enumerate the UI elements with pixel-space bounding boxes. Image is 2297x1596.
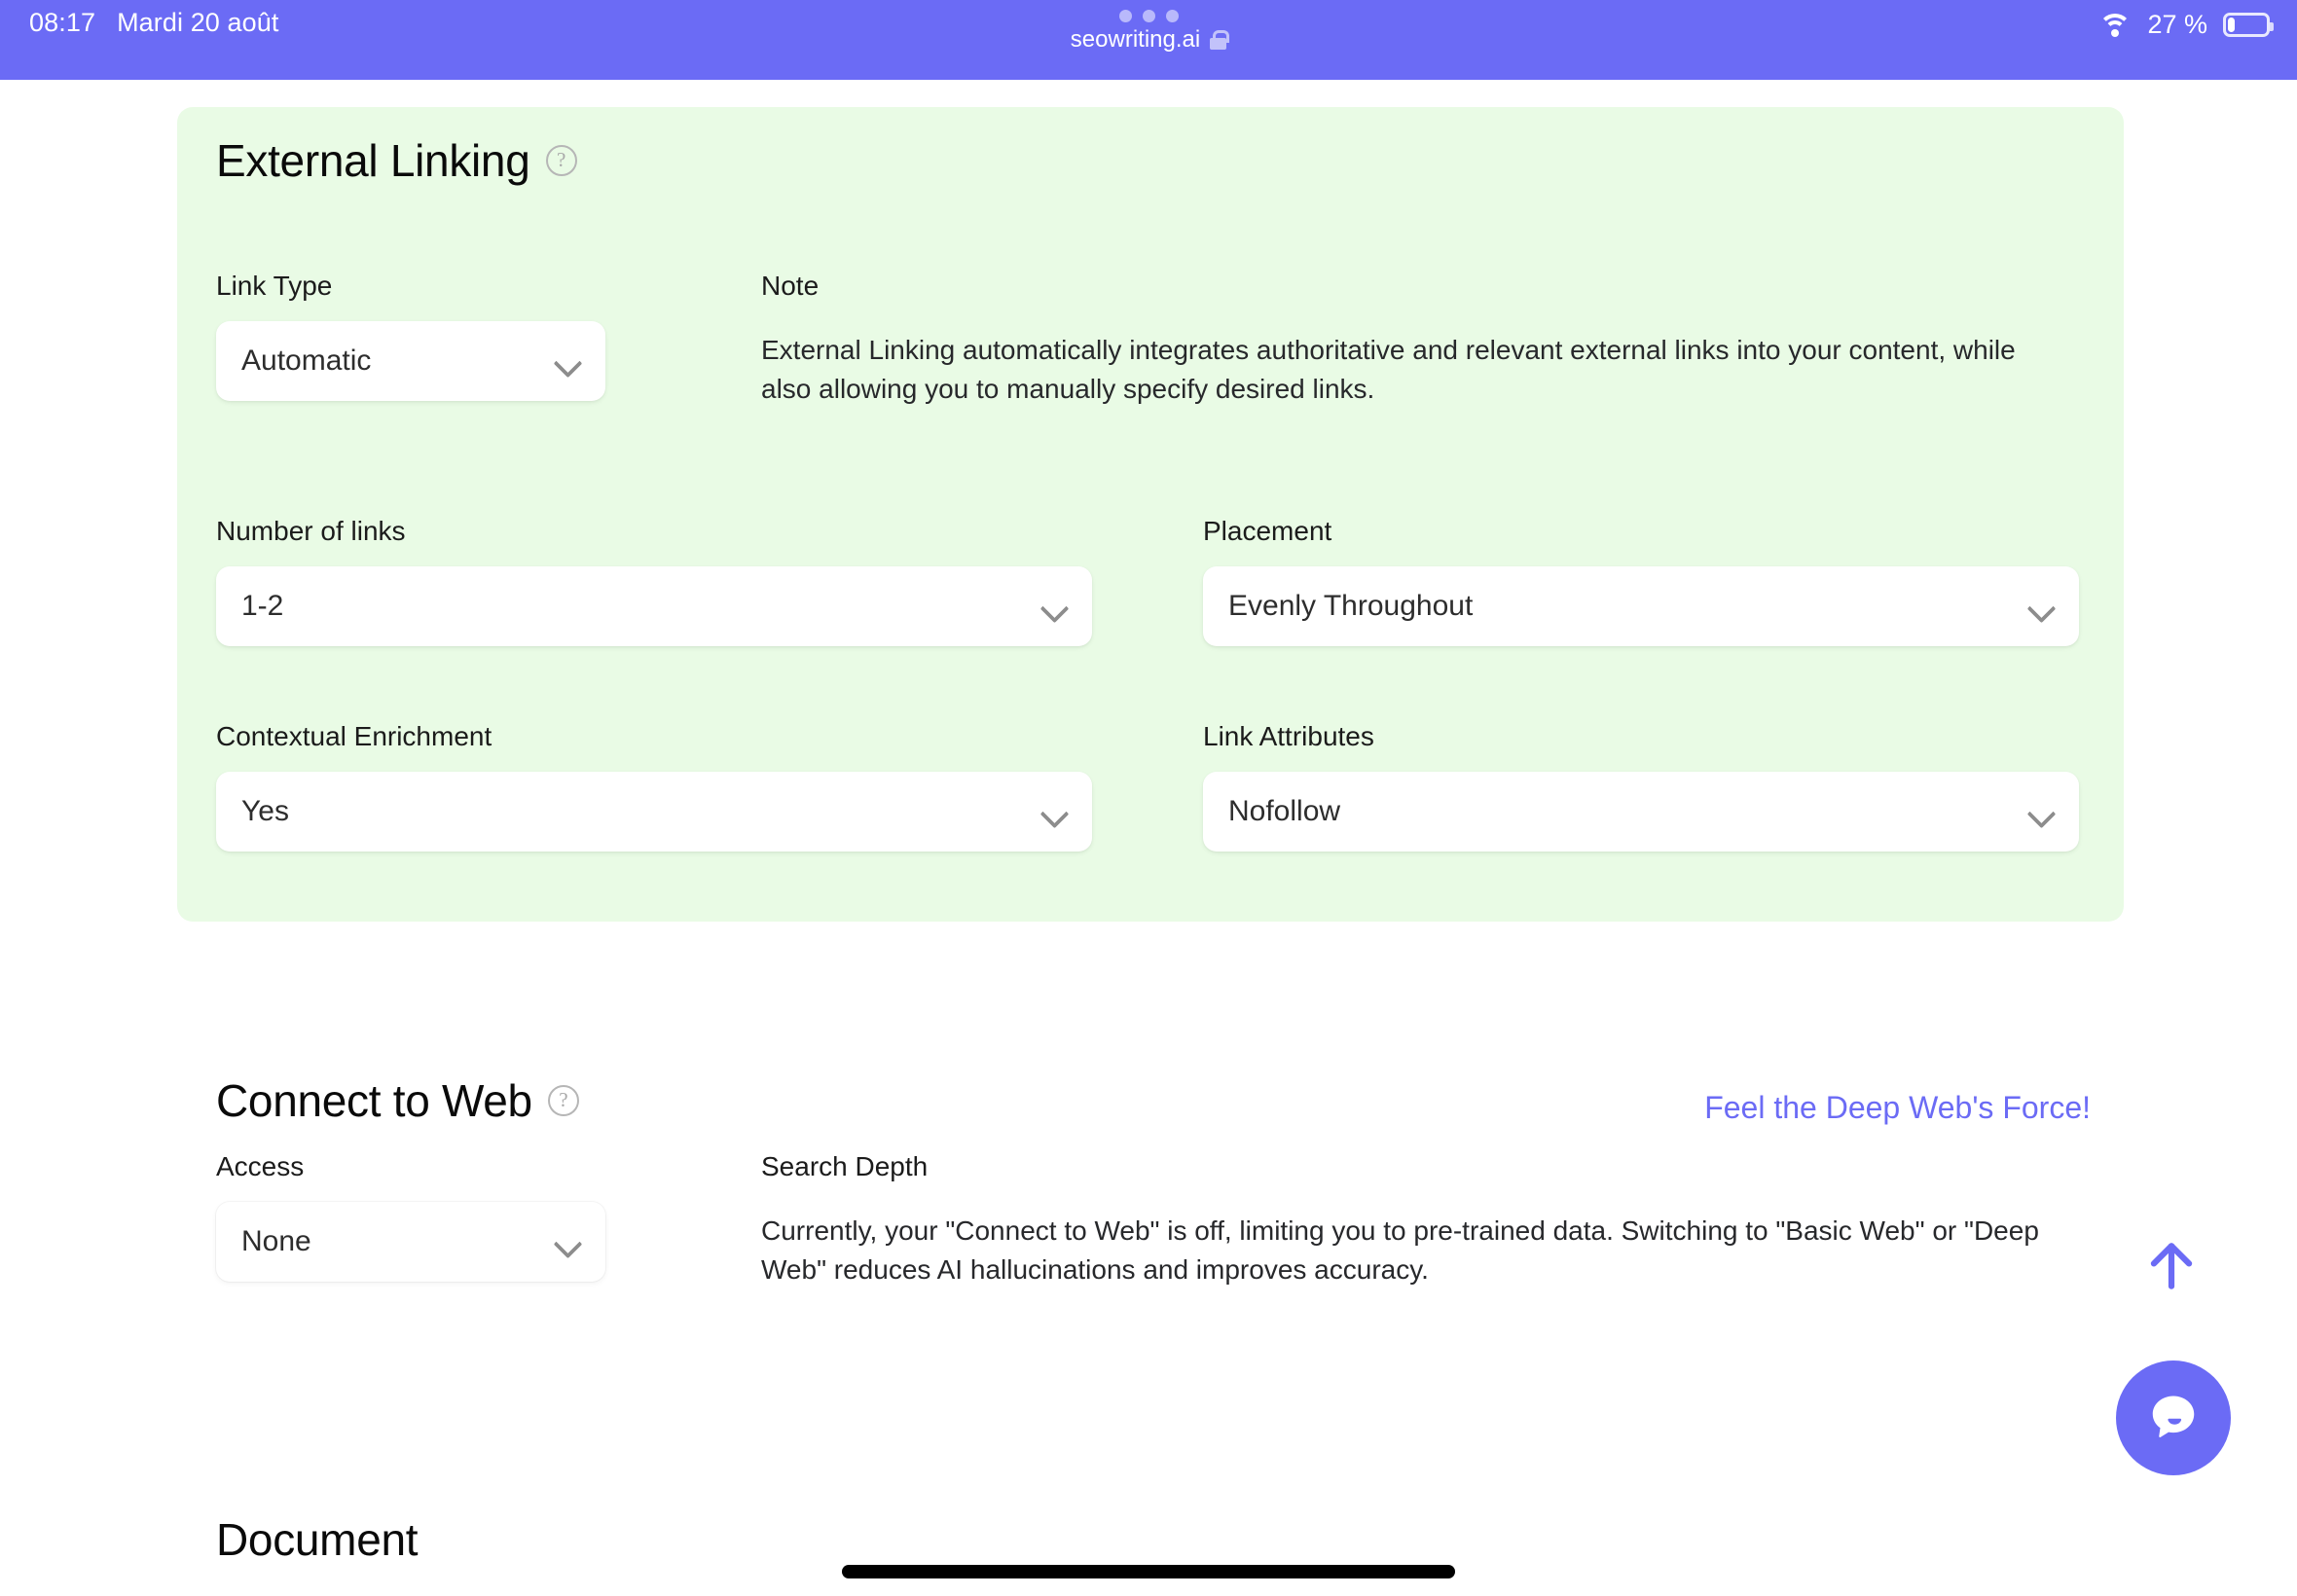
placement-label: Placement xyxy=(1203,516,1332,546)
multitask-dot xyxy=(1165,10,1179,22)
placement-value: Evenly Throughout xyxy=(1228,590,1474,622)
note-body: External Linking automatically integrate… xyxy=(761,335,2016,404)
arrow-up-icon[interactable] xyxy=(2141,1236,2202,1296)
battery-icon xyxy=(2223,13,2274,37)
chevron-down-icon xyxy=(555,1229,580,1254)
domain-label: seowriting.ai xyxy=(1070,26,1201,53)
access-label: Access xyxy=(216,1151,305,1181)
link-attributes-label: Link Attributes xyxy=(1203,721,1374,751)
screen-root: 08:17 Mardi 20 août seowriting.ai 27 % E… xyxy=(0,0,2297,1596)
chat-bubble-icon[interactable] xyxy=(2116,1360,2231,1475)
external-linking-title: External Linking ? xyxy=(216,134,577,187)
access-value: None xyxy=(241,1225,311,1257)
search-depth-body: Currently, your "Connect to Web" is off,… xyxy=(761,1215,2039,1285)
search-depth-label: Search Depth xyxy=(761,1151,929,1181)
link-type-select[interactable]: Automatic xyxy=(216,321,605,401)
chevron-down-icon xyxy=(2028,594,2054,619)
link-type-label: Link Type xyxy=(216,271,333,301)
document-title: Document xyxy=(216,1514,419,1565)
chevron-down-icon xyxy=(1041,594,1067,619)
contextual-enrichment-value: Yes xyxy=(241,795,289,827)
number-of-links-select[interactable]: 1-2 xyxy=(216,566,1092,646)
chevron-down-icon xyxy=(2028,799,2054,824)
placement-select[interactable]: Evenly Throughout xyxy=(1203,566,2079,646)
access-select[interactable]: None xyxy=(216,1202,605,1282)
multitask-dot xyxy=(1118,10,1132,22)
question-mark-icon[interactable]: ? xyxy=(545,145,577,176)
contextual-enrichment-select[interactable]: Yes xyxy=(216,772,1092,852)
chevron-down-icon xyxy=(555,348,580,374)
home-indicator xyxy=(842,1565,1455,1578)
page-content: External Linking ? Link Type Automatic N… xyxy=(0,80,2297,1596)
multitask-dots-icon[interactable] xyxy=(1118,10,1179,22)
connect-to-web-title-text: Connect to Web xyxy=(216,1075,532,1126)
note-label: Note xyxy=(761,271,820,301)
status-bar: 08:17 Mardi 20 août seowriting.ai 27 % xyxy=(0,0,2297,80)
page-title-text: External Linking xyxy=(216,135,530,186)
lock-icon xyxy=(1210,30,1230,50)
number-of-links-value: 1-2 xyxy=(241,590,284,622)
battery-percent-label: 27 % xyxy=(2147,10,2207,39)
address-bar-domain[interactable]: seowriting.ai xyxy=(1070,26,1230,54)
status-bar-right: 27 % xyxy=(2098,10,2274,40)
link-type-value: Automatic xyxy=(241,345,372,377)
number-of-links-label: Number of links xyxy=(216,516,406,546)
deep-web-promo-link[interactable]: Feel the Deep Web's Force! xyxy=(1704,1090,2091,1126)
battery-fill xyxy=(2228,18,2236,32)
chevron-down-icon xyxy=(1041,799,1067,824)
multitask-dot xyxy=(1142,10,1155,22)
contextual-enrichment-label: Contextual Enrichment xyxy=(216,721,492,751)
link-attributes-value: Nofollow xyxy=(1228,795,1341,827)
wifi-dot xyxy=(2111,28,2120,37)
question-mark-icon[interactable]: ? xyxy=(547,1085,579,1116)
connect-to-web-title: Connect to Web ? xyxy=(216,1074,579,1127)
wifi-icon xyxy=(2098,13,2133,38)
status-bar-center: seowriting.ai xyxy=(0,10,2297,54)
link-attributes-select[interactable]: Nofollow xyxy=(1203,772,2079,852)
